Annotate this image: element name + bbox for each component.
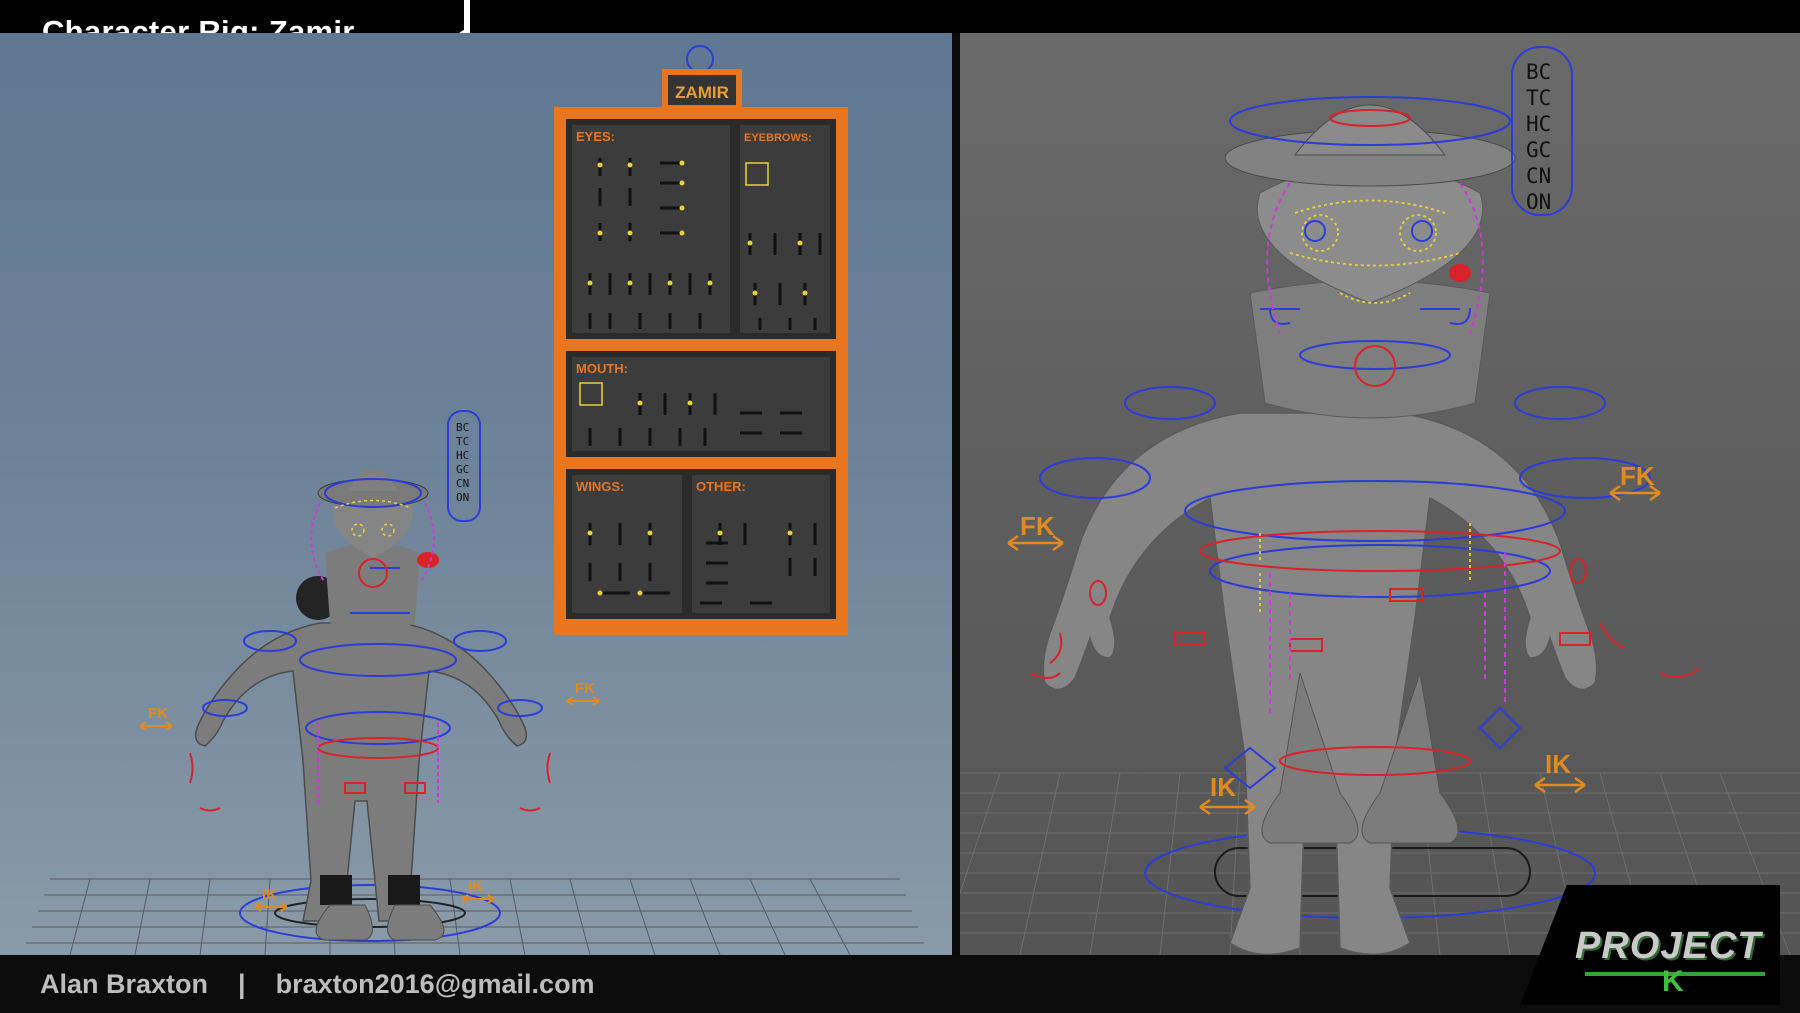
fk-control-right-1[interactable]: FK <box>1020 511 1055 541</box>
author-name: Alan Braxton <box>40 969 209 999</box>
switch-bc-right[interactable]: BC <box>1526 60 1551 84</box>
panel-eyebrows-label: EYEBROWS: <box>744 132 812 144</box>
viewport-left[interactable]: ZAMIR EYES: EYEBROWS: MOUTH: WINGS: OTHE… <box>0 33 952 955</box>
switch-gc[interactable]: GC <box>456 463 469 476</box>
switch-cn-right[interactable]: CN <box>1526 164 1551 188</box>
viewport-divider <box>952 33 960 955</box>
ik-control-right-2[interactable]: IK <box>1545 749 1571 779</box>
footer-credits: Alan Braxton | braxton2016@gmail.com <box>40 969 595 1000</box>
fk-control-left-2[interactable]: FK <box>575 680 595 697</box>
switch-bc[interactable]: BC <box>456 421 469 434</box>
control-switcher-left[interactable]: BC TC HC GC CN ON <box>447 410 481 522</box>
project-logo-letter: K <box>1662 965 1684 998</box>
ik-control-right-1[interactable]: IK <box>1210 772 1236 802</box>
switch-on-right[interactable]: ON <box>1526 190 1551 214</box>
panel-mouth-label: MOUTH: <box>576 361 628 376</box>
ik-control-left-2[interactable]: IK <box>468 878 483 895</box>
switch-tc[interactable]: TC <box>456 435 469 448</box>
footer-separator: | <box>238 969 246 999</box>
character-model-small[interactable] <box>189 468 551 942</box>
fk-control-left-1[interactable]: FK <box>148 705 168 722</box>
control-panel[interactable]: ZAMIR EYES: EYEBROWS: MOUTH: WINGS: OTHE… <box>554 45 848 635</box>
character-model-large[interactable] <box>1042 104 1598 955</box>
control-switcher-right[interactable]: BC TC HC GC CN ON <box>1511 46 1573 216</box>
ik-control-left-1[interactable]: IK <box>262 886 277 903</box>
panel-name: ZAMIR <box>675 83 729 102</box>
right-viewport-scene: FK FK IK IK BC TC HC GC CN ON <box>960 46 1800 955</box>
switch-on[interactable]: ON <box>456 491 469 504</box>
switch-hc[interactable]: HC <box>456 449 469 462</box>
viewport-right[interactable]: FK FK IK IK BC TC HC GC CN ON <box>960 33 1800 955</box>
panel-move-handle[interactable] <box>686 45 714 73</box>
switch-gc-right[interactable]: GC <box>1526 138 1551 162</box>
panel-other-label: OTHER: <box>696 479 746 494</box>
switch-tc-right[interactable]: TC <box>1526 86 1551 110</box>
project-logo: PROJECT <box>1575 925 1762 967</box>
panel-eyes-label: EYES: <box>576 129 615 144</box>
switch-hc-right[interactable]: HC <box>1526 112 1551 136</box>
author-email[interactable]: braxton2016@gmail.com <box>276 969 595 999</box>
panel-wings-label: WINGS: <box>576 479 624 494</box>
left-viewport-scene: ZAMIR EYES: EYEBROWS: MOUTH: WINGS: OTHE… <box>26 45 924 955</box>
fk-control-right-2[interactable]: FK <box>1620 461 1655 491</box>
switch-cn[interactable]: CN <box>456 477 469 490</box>
